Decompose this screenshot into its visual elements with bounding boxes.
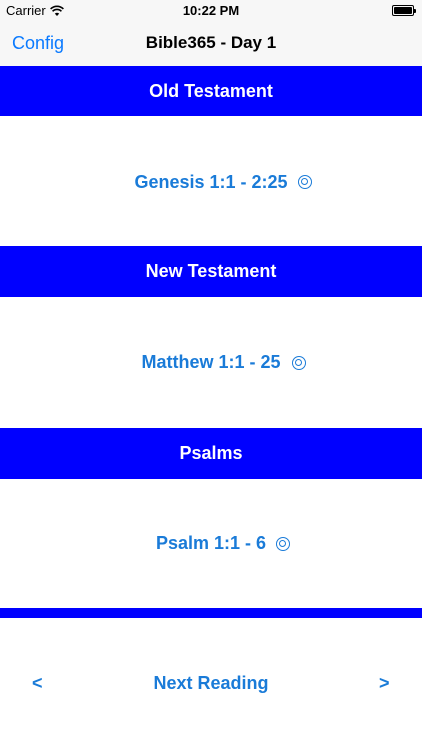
status-bar: Carrier 10:22 PM: [0, 0, 422, 22]
battery-icon: [392, 5, 416, 16]
section-row-psalms: Psalm 1:1 - 6: [0, 479, 422, 608]
reading-link-old-testament[interactable]: Genesis 1:1 - 2:25: [134, 172, 287, 193]
reading-link-psalms[interactable]: Psalm 1:1 - 6: [156, 533, 266, 554]
section-header-psalms: Psalms: [0, 428, 422, 479]
next-day-button[interactable]: >: [379, 673, 390, 694]
audio-icon[interactable]: [298, 175, 312, 189]
status-time: 10:22 PM: [182, 3, 240, 18]
section-row-old-testament: Genesis 1:1 - 2:25: [0, 117, 422, 247]
section-header-new-testament: New Testament: [0, 246, 422, 297]
audio-icon[interactable]: [276, 537, 290, 551]
reading-link-new-testament[interactable]: Matthew 1:1 - 25: [141, 352, 280, 373]
section-row-new-testament: Matthew 1:1 - 25: [0, 297, 422, 428]
section-header-old-testament: Old Testament: [0, 66, 422, 116]
nav-bar: Config Bible365 - Day 1: [0, 22, 422, 66]
section-divider: [0, 608, 422, 618]
bottom-bar: < Next Reading >: [0, 665, 422, 705]
page-title: Bible365 - Day 1: [145, 33, 277, 52]
next-reading-button[interactable]: Next Reading: [0, 673, 422, 694]
audio-icon[interactable]: [292, 356, 306, 370]
